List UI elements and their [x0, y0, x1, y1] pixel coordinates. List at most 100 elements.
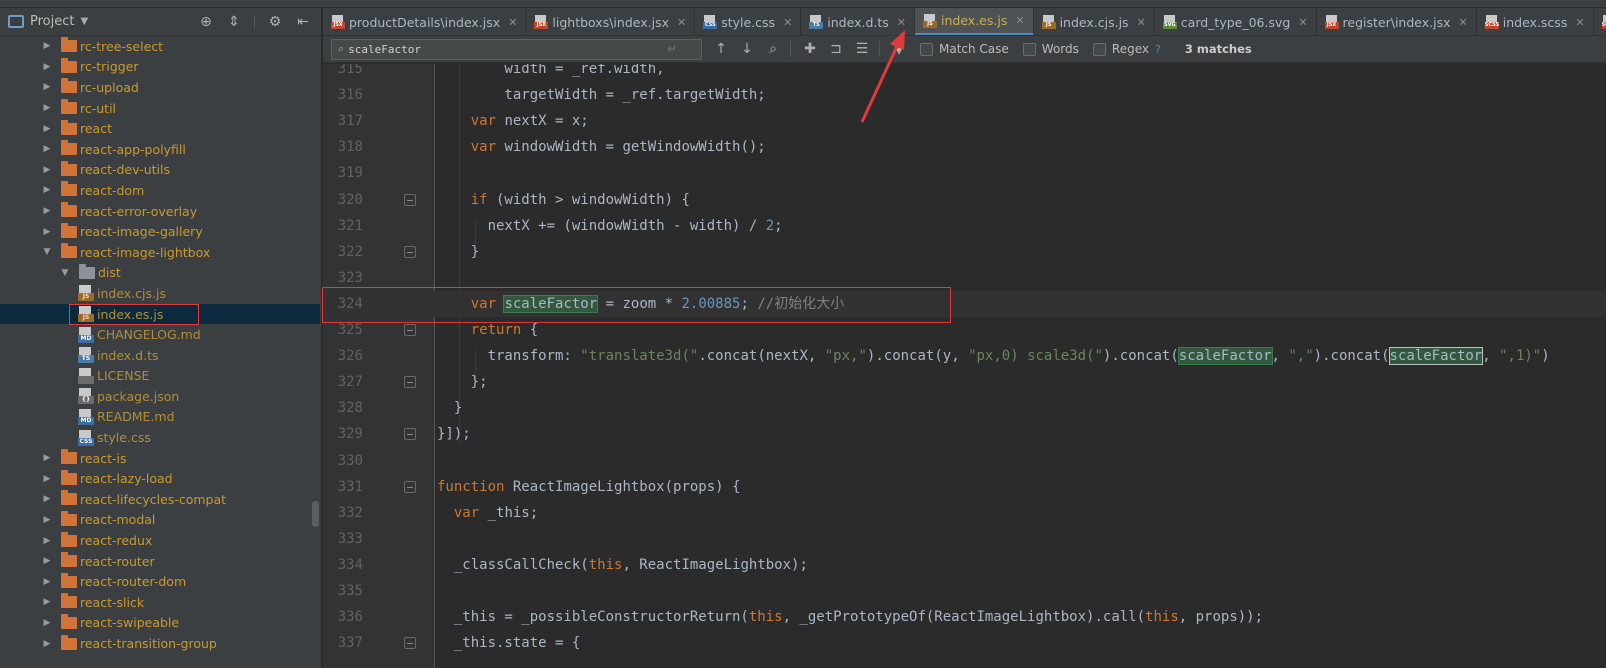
- close-icon[interactable]: ✕: [677, 16, 686, 29]
- words-box[interactable]: [1022, 42, 1036, 56]
- match-case-checkbox[interactable]: Match Case: [920, 42, 1009, 56]
- code-editor[interactable]: 315 width = _ref.width, 316 targetWidth =…: [323, 64, 1606, 668]
- search-input[interactable]: ⌕ scaleFactor ↵: [331, 38, 702, 60]
- close-icon[interactable]: ✕: [1137, 16, 1146, 29]
- code-line[interactable]: 335: [323, 578, 1606, 604]
- close-icon[interactable]: ✕: [1015, 14, 1024, 27]
- close-icon[interactable]: ✕: [1575, 16, 1584, 29]
- search-icon[interactable]: ⌕: [338, 42, 344, 56]
- tree-folder[interactable]: ▶ react-lifecycles-compat: [0, 489, 320, 510]
- project-tree-scrollbar[interactable]: [312, 501, 319, 527]
- tree-file[interactable]: {} package.json: [0, 386, 320, 407]
- editor-tab[interactable]: JS index.es.js ✕: [915, 8, 1034, 35]
- chevron-right-icon[interactable]: ▶: [42, 639, 52, 649]
- tree-folder[interactable]: ▶ react: [0, 118, 320, 139]
- code-line[interactable]: 318 var windowWidth = getWindowWidth();: [323, 134, 1606, 160]
- chevron-down-icon[interactable]: ▼: [60, 268, 70, 278]
- tree-file[interactable]: MD CHANGELOG.md: [0, 324, 320, 345]
- code-line[interactable]: 319: [323, 160, 1606, 186]
- editor-tab[interactable]: SCSS index.scss ✕: [1477, 8, 1594, 35]
- chevron-right-icon[interactable]: ▶: [42, 494, 52, 504]
- fold-toggle-icon[interactable]: [404, 245, 416, 258]
- chevron-right-icon[interactable]: ▶: [42, 124, 52, 134]
- editor-tab[interactable]: CSS style.css ✕: [695, 8, 802, 35]
- close-icon[interactable]: ✕: [508, 16, 517, 29]
- code-line[interactable]: 331 function ReactImageLightbox(props) {: [323, 474, 1606, 500]
- code-line[interactable]: 321 nextX += (windowWidth - width) / 2;: [323, 213, 1606, 239]
- tree-folder[interactable]: ▼ react-image-lightbox: [0, 242, 320, 263]
- tree-folder[interactable]: ▶ react-slick: [0, 592, 320, 613]
- regex-checkbox[interactable]: Regex?: [1092, 42, 1161, 56]
- tree-folder[interactable]: ▶ react-image-gallery: [0, 221, 320, 242]
- code-line[interactable]: 326 transform: "translate3d(".concat(nex…: [323, 343, 1606, 369]
- tree-folder[interactable]: ▶ react-redux: [0, 530, 320, 551]
- code-line[interactable]: 329}]);: [323, 421, 1606, 447]
- tree-folder[interactable]: ▼ dist: [0, 263, 320, 284]
- editor-tab[interactable]: JSX productDetails\index.jsx ✕: [323, 8, 527, 35]
- tree-folder[interactable]: ▶ react-dev-utils: [0, 160, 320, 181]
- chevron-right-icon[interactable]: ▶: [42, 618, 52, 628]
- chevron-right-icon[interactable]: ▶: [42, 515, 52, 525]
- code-line[interactable]: 332 var _this;: [323, 500, 1606, 526]
- words-checkbox[interactable]: Words: [1022, 42, 1079, 56]
- tree-folder[interactable]: ▶ rc-util: [0, 98, 320, 119]
- close-icon[interactable]: ✕: [897, 16, 906, 29]
- chevron-right-icon[interactable]: ▶: [42, 165, 52, 175]
- regex-box[interactable]: [1092, 42, 1106, 56]
- tree-file[interactable]: JS index.cjs.js: [0, 283, 320, 304]
- match-case-box[interactable]: [920, 42, 933, 56]
- fold-toggle-icon[interactable]: [404, 480, 416, 493]
- tree-folder[interactable]: ▶ rc-tree-select: [0, 36, 320, 57]
- code-line[interactable]: 322 }: [323, 239, 1606, 265]
- chevron-right-icon[interactable]: ▶: [42, 474, 52, 484]
- tree-folder[interactable]: ▶ react-modal: [0, 510, 320, 531]
- new-line-icon[interactable]: ↵: [667, 42, 677, 56]
- tree-folder[interactable]: ▶ react-app-polyfill: [0, 139, 320, 160]
- close-icon[interactable]: ✕: [1298, 16, 1307, 29]
- code-line[interactable]: 315 width = _ref.width,: [323, 64, 1606, 82]
- editor-tab[interactable]: JSX lightboxs\index.jsx ✕: [526, 8, 696, 35]
- code-line[interactable]: 320 if (width > windowWidth) {: [323, 187, 1606, 213]
- collapse-all-icon[interactable]: ⇕: [226, 14, 242, 30]
- find-all-icon[interactable]: ⌕: [766, 41, 780, 57]
- tree-folder[interactable]: ▶ react-dom: [0, 180, 320, 201]
- tree-folder[interactable]: ▶ react-router: [0, 551, 320, 572]
- chevron-right-icon[interactable]: ▶: [42, 62, 52, 72]
- tree-folder[interactable]: ▶ react-lazy-load: [0, 468, 320, 489]
- code-line[interactable]: 316 targetWidth = _ref.targetWidth;: [323, 82, 1606, 108]
- previous-occurrence-icon[interactable]: ↑: [714, 41, 728, 57]
- chevron-right-icon[interactable]: ▶: [42, 536, 52, 546]
- fold-toggle-icon[interactable]: [404, 428, 416, 441]
- regex-help-link[interactable]: ?: [1155, 43, 1161, 56]
- chevron-right-icon[interactable]: ▶: [42, 144, 52, 154]
- filter-icon[interactable]: ▼: [892, 41, 906, 57]
- close-icon[interactable]: ✕: [1459, 16, 1468, 29]
- tree-file[interactable]: CSS style.css: [0, 427, 320, 448]
- select-all-occurrences-icon[interactable]: ☰: [855, 41, 869, 57]
- editor-tab[interactable]: SCSSindex.scss: [1594, 8, 1606, 35]
- chevron-right-icon[interactable]: ▶: [42, 41, 52, 51]
- add-selection-icon[interactable]: ✚: [803, 41, 817, 57]
- hide-panel-icon[interactable]: ⇤: [295, 14, 311, 30]
- locate-target-icon[interactable]: ⊕: [198, 14, 214, 30]
- chevron-down-icon[interactable]: ▼: [42, 247, 52, 257]
- fold-toggle-icon[interactable]: [404, 324, 416, 336]
- editor-tab[interactable]: TS index.d.ts ✕: [801, 8, 915, 35]
- chevron-right-icon[interactable]: ▶: [42, 577, 52, 587]
- chevron-right-icon[interactable]: ▶: [42, 556, 52, 566]
- chevron-right-icon[interactable]: ▶: [42, 185, 52, 195]
- fold-toggle-icon[interactable]: [404, 637, 416, 650]
- project-panel-title[interactable]: Project: [30, 14, 74, 29]
- chevron-right-icon[interactable]: ▶: [42, 82, 52, 92]
- code-line[interactable]: 327 };: [323, 369, 1606, 395]
- chevron-right-icon[interactable]: ▶: [42, 227, 52, 237]
- chevron-right-icon[interactable]: ▶: [42, 206, 52, 216]
- code-line[interactable]: 337 _this.state = {: [323, 630, 1606, 656]
- editor-tab[interactable]: SVG card_type_06.svg ✕: [1155, 8, 1317, 35]
- gear-icon[interactable]: ⚙: [267, 14, 283, 30]
- tree-folder[interactable]: ▶ react-transition-group: [0, 633, 320, 654]
- chevron-right-icon[interactable]: ▶: [42, 597, 52, 607]
- tree-folder[interactable]: ▶ react-error-overlay: [0, 201, 320, 222]
- fold-toggle-icon[interactable]: [404, 376, 416, 389]
- fold-toggle-icon[interactable]: [404, 193, 416, 206]
